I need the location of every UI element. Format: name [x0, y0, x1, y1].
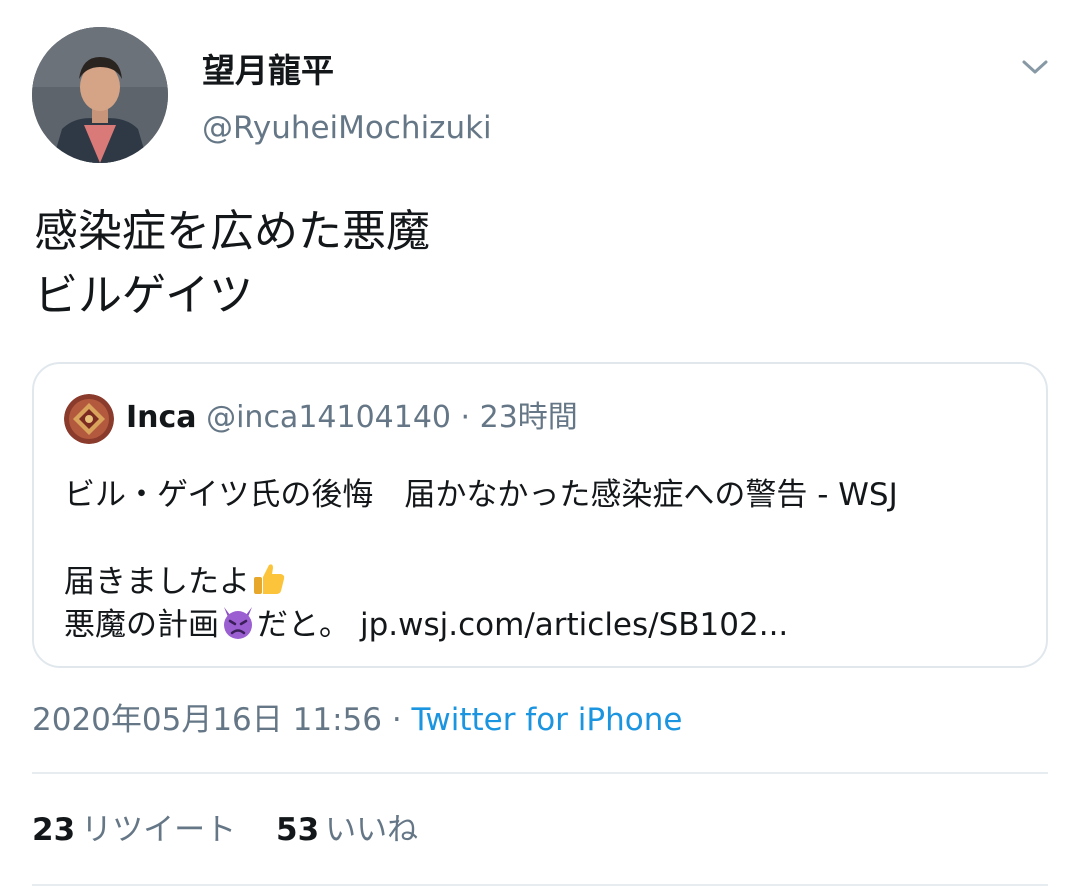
quoted-author-handle: @inca14104140 [206, 400, 452, 435]
author-avatar[interactable] [32, 27, 168, 163]
quoted-time: 23時間 [479, 400, 578, 435]
likes-count: 53 [276, 812, 320, 848]
chevron-down-icon[interactable] [1018, 50, 1052, 84]
tweet-source-link[interactable]: Twitter for iPhone [412, 702, 683, 738]
author-handle[interactable]: @RyuheiMochizuki [202, 110, 492, 146]
tweet-text-line: ビルゲイツ [34, 270, 254, 321]
quoted-line: 悪魔の計画 だと。 jp.wsj.com/articles/SB102... [64, 603, 898, 646]
quoted-tweet-header: Inca @inca14104140 · 23時間 [126, 398, 578, 438]
retweets-label: リツイート [81, 812, 237, 848]
tweet-detail: 望月龍平 @RyuheiMochizuki 感染症を広めた悪魔 ビルゲイツ In… [0, 0, 1080, 893]
likes-stat[interactable]: 53 いいね [276, 812, 418, 848]
quoted-author-avatar [64, 394, 114, 444]
divider [32, 884, 1048, 886]
quoted-tweet-card[interactable]: Inca @inca14104140 · 23時間 ビル・ゲイツ氏の後悔 届かな… [32, 362, 1048, 668]
quoted-blank-line [64, 517, 898, 560]
tweet-stats: 23 リツイート 53 いいね [32, 810, 448, 850]
retweets-count: 23 [32, 812, 76, 848]
author-display-name[interactable]: 望月龍平 [202, 44, 334, 92]
likes-label: いいね [325, 812, 419, 848]
thumbs-up-emoji [250, 560, 288, 598]
tweet-timestamp[interactable]: 2020年05月16日 11:56 [32, 702, 382, 738]
quoted-link[interactable]: jp.wsj.com/articles/SB102... [360, 607, 788, 643]
quoted-line-text: だと。 [257, 607, 350, 643]
quoted-separator: · [451, 400, 480, 435]
tweet-text-line: 感染症を広めた悪魔 [34, 206, 430, 257]
retweets-stat[interactable]: 23 リツイート [32, 812, 236, 848]
quoted-author-name: Inca [126, 400, 197, 435]
quoted-line: ビル・ゲイツ氏の後悔 届かなかった感染症への警告 - WSJ [64, 477, 898, 513]
tweet-text: 感染症を広めた悪魔 ビルゲイツ [34, 200, 430, 328]
quoted-line: 届きましたよ [64, 560, 898, 603]
divider [32, 772, 1048, 774]
quoted-line-text: 届きましたよ [64, 564, 250, 600]
tweet-meta: 2020年05月16日 11:56 · Twitter for iPhone [32, 700, 682, 740]
quoted-tweet-body: ビル・ゲイツ氏の後悔 届かなかった感染症への警告 - WSJ 届きましたよ 悪魔… [64, 474, 898, 646]
meta-separator: · [381, 702, 412, 738]
quoted-line-text: 悪魔の計画 [64, 607, 219, 643]
angry-devil-emoji [219, 603, 257, 641]
